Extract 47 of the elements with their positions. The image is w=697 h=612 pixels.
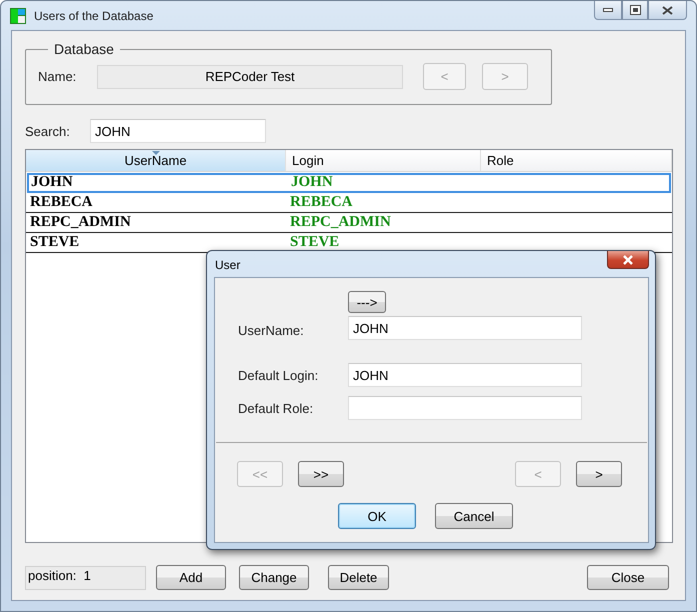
text-field[interactable]: JOHN (348, 363, 582, 387)
ok-button[interactable]: OK (338, 503, 416, 529)
database-name-field: REPCoder Test (97, 64, 403, 88)
nav-button[interactable]: > (576, 461, 622, 487)
text-field[interactable]: JOHN (348, 316, 582, 340)
app-icon (10, 8, 26, 24)
field-label: UserName: (238, 322, 305, 338)
table-row[interactable]: REBECA REBECA (26, 193, 672, 213)
column-header[interactable]: UserName (26, 150, 286, 171)
group-legend: Database (48, 41, 120, 57)
field-label: Default Role: (238, 400, 314, 416)
login-cell-text: JOHN (290, 174, 334, 191)
column-header[interactable]: Role (481, 150, 672, 171)
search-label: Search: (25, 124, 71, 138)
minimize-button[interactable] (594, 1, 622, 20)
close-window-button[interactable] (648, 1, 687, 20)
login-cell-text: REPC_ADMIN (289, 214, 392, 231)
search-field[interactable]: JOHN (90, 119, 266, 143)
action-button[interactable]: Add (156, 565, 226, 590)
copy-button[interactable]: ---> (348, 291, 386, 313)
field-label: Default Login: (238, 368, 320, 382)
nav-button[interactable]: >> (298, 461, 344, 487)
column-header[interactable]: Login (286, 150, 481, 171)
cancel-button[interactable]: Cancel (435, 503, 513, 529)
action-button[interactable]: Change (239, 565, 309, 590)
dialog-close-button[interactable] (607, 251, 649, 269)
close-icon (662, 6, 673, 14)
maximize-icon (630, 5, 640, 15)
position-field: position: 1 (25, 566, 146, 590)
table-row[interactable]: REPC_ADMIN REPC_ADMIN (26, 213, 672, 233)
window-title: Users of the Database (34, 8, 154, 22)
name-label: Name: (38, 69, 78, 84)
sort-icon (152, 151, 160, 155)
username-cell-text: STEVE (29, 234, 80, 251)
table-row[interactable]: JOHN JOHN (27, 173, 671, 193)
username-cell-text: REBECA (29, 194, 94, 211)
minimize-icon (603, 8, 613, 12)
dialog-title: User (215, 258, 240, 272)
username-cell-text: REPC_ADMIN (29, 214, 132, 231)
close-button[interactable]: Close (587, 565, 669, 590)
text-field[interactable] (348, 396, 582, 420)
login-cell-text: STEVE (289, 234, 340, 251)
username-cell-text: JOHN (30, 174, 74, 191)
maximize-button[interactable] (622, 1, 648, 20)
action-button[interactable]: Delete (328, 565, 389, 590)
close-icon (622, 254, 634, 264)
login-cell-text: REBECA (289, 194, 354, 211)
